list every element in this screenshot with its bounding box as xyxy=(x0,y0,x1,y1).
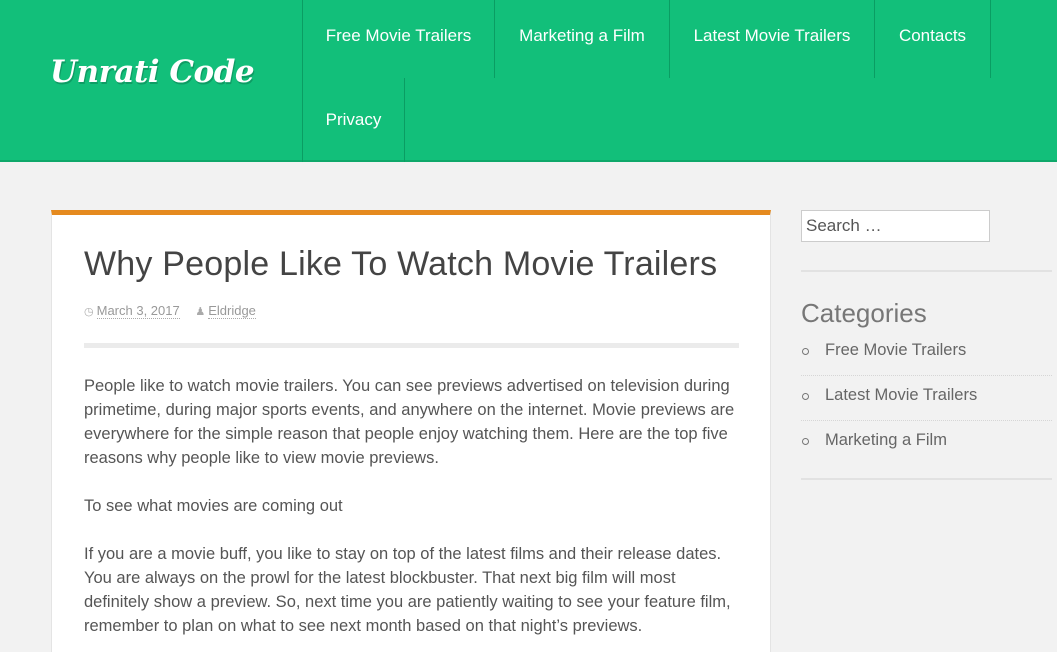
article-paragraph: If you are a movie buff, you like to sta… xyxy=(84,545,731,635)
category-link[interactable]: Free Movie Trailers xyxy=(825,341,966,360)
site-header: Unrati Code Free Movie Trailers Marketin… xyxy=(0,0,1057,162)
article-divider xyxy=(84,343,739,348)
category-link[interactable]: Latest Movie Trailers xyxy=(825,386,977,405)
nav-item-latest-movie-trailers[interactable]: Latest Movie Trailers xyxy=(669,0,875,78)
article-paragraph: To see what movies are coming out xyxy=(84,497,343,515)
sidebar-divider xyxy=(801,270,1052,272)
clock-icon: ◷ xyxy=(84,306,94,318)
author-wrap: ♟ Eldridge xyxy=(195,303,256,319)
category-item[interactable]: Free Movie Trailers xyxy=(801,331,1052,376)
categories-title: Categories xyxy=(801,298,927,328)
search-input[interactable] xyxy=(801,210,990,242)
category-link[interactable]: Marketing a Film xyxy=(825,431,947,450)
article-meta: ◷ March 3, 2017 ♟ Eldridge xyxy=(84,303,256,319)
article-body: People like to watch movie trailers. You… xyxy=(84,374,744,652)
article-paragraph: People like to watch movie trailers. You… xyxy=(84,377,735,467)
circle-bullet-icon xyxy=(802,393,809,400)
category-item[interactable]: Latest Movie Trailers xyxy=(801,376,1052,421)
nav-item-free-movie-trailers[interactable]: Free Movie Trailers xyxy=(302,0,495,78)
nav-item-marketing-a-film[interactable]: Marketing a Film xyxy=(494,0,670,78)
circle-bullet-icon xyxy=(802,348,809,355)
article-title: Why People Like To Watch Movie Trailers xyxy=(84,245,718,283)
nav-item-privacy[interactable]: Privacy xyxy=(302,78,405,162)
sidebar-divider xyxy=(801,478,1052,480)
nav-item-contacts[interactable]: Contacts xyxy=(874,0,991,78)
article-card: Why People Like To Watch Movie Trailers … xyxy=(51,210,771,652)
circle-bullet-icon xyxy=(802,438,809,445)
author-link[interactable]: Eldridge xyxy=(208,303,256,319)
site-logo[interactable]: Unrati Code xyxy=(50,54,255,90)
post-date-link[interactable]: March 3, 2017 xyxy=(96,303,180,319)
user-icon: ♟ xyxy=(195,306,206,318)
category-item[interactable]: Marketing a Film xyxy=(801,421,1052,466)
